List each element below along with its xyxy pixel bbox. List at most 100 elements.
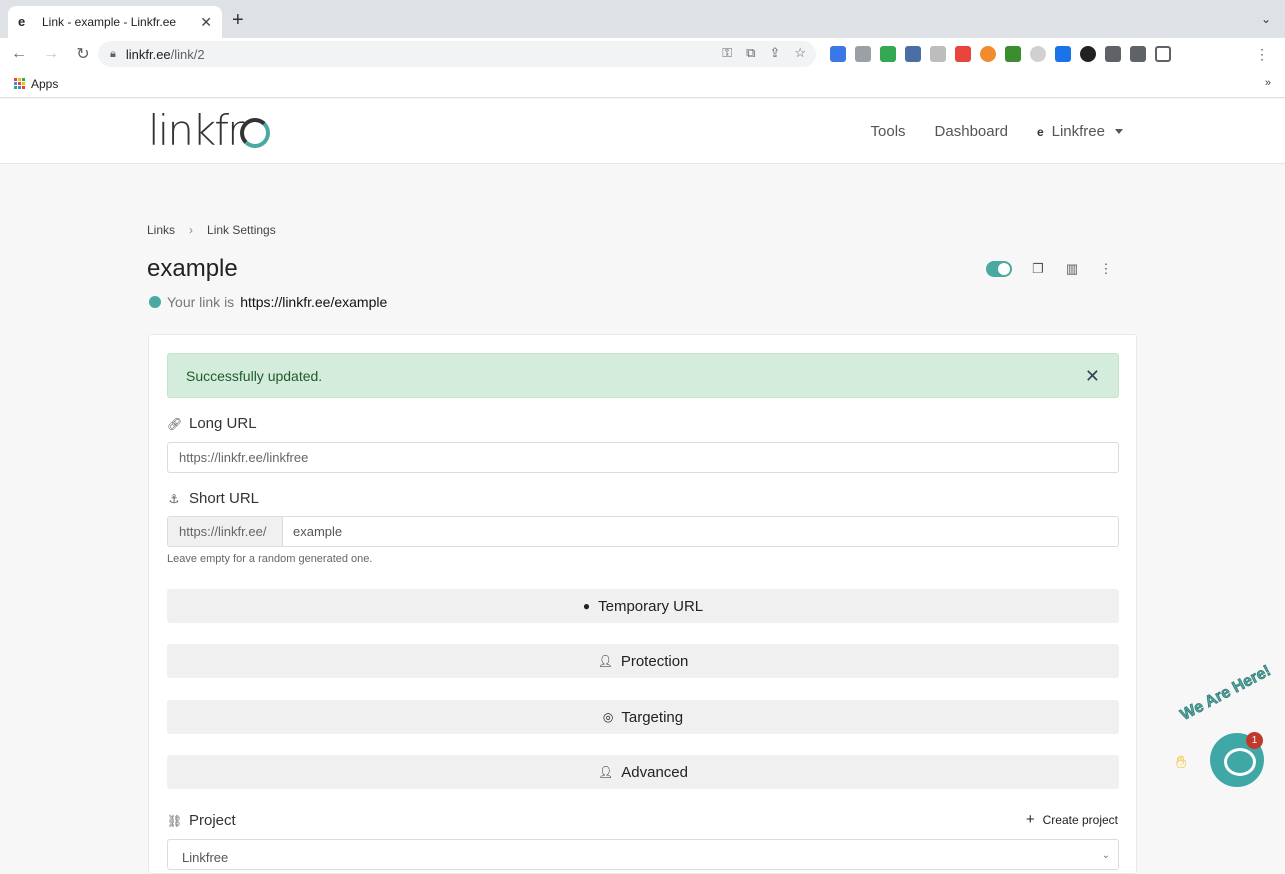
back-icon[interactable]: ← [6, 45, 32, 63]
nav-tools[interactable]: Tools [871, 123, 906, 140]
new-tab-button[interactable]: + [232, 10, 244, 30]
link-icon: 🔗︎ [167, 416, 183, 431]
protection-button[interactable]: 👤︎ Protection [167, 644, 1119, 678]
alert-message: Successfully updated. [186, 367, 323, 384]
lock-icon: 🔒︎ [110, 47, 116, 60]
temporary-url-button[interactable]: ● Temporary URL [167, 589, 1119, 623]
short-url-label: Short URL [189, 490, 260, 507]
target-icon: ◎ [602, 710, 614, 724]
protection-label: Protection [620, 652, 689, 670]
reload-icon[interactable]: ↻ [70, 44, 96, 64]
breadcrumb-links[interactable]: Links [147, 223, 175, 237]
link-prefix: Your link is [167, 294, 235, 310]
chevron-down-icon: ⌄ [1101, 850, 1110, 861]
bookmark-star-icon[interactable]: ☆ [794, 45, 806, 61]
plus-icon: + [1025, 811, 1035, 828]
site-header: linkfr Tools Dashboard e Linkfree [0, 99, 1285, 164]
targeting-label: Targeting [621, 708, 684, 726]
translate-icon[interactable]: ⧉ [746, 45, 755, 61]
extension-icon[interactable] [955, 46, 971, 62]
short-url-input[interactable]: example [283, 517, 342, 546]
extension-icon[interactable] [905, 46, 921, 62]
waving-hand-icon: ✋︎ [1176, 752, 1187, 772]
user-tie-icon: 👤︎ [598, 765, 614, 779]
short-url-label-row: ⚓︎ Short URL [167, 490, 259, 507]
advanced-label: Advanced [621, 763, 688, 781]
long-url-label-row: 🔗︎ Long URL [167, 415, 257, 432]
anchor-icon: ⚓︎ [168, 491, 180, 506]
chat-unread-badge: 1 [1246, 732, 1263, 749]
account-icon: e [1036, 124, 1044, 139]
media-icon[interactable] [1130, 46, 1146, 62]
tab-search-icon[interactable]: ⌄ [1261, 12, 1271, 26]
short-url-help: Leave empty for a random generated one. [167, 553, 373, 565]
link-actions: ❐ ▥ ⋮ [986, 261, 1114, 277]
extension-icon[interactable] [1005, 46, 1021, 62]
success-alert: Successfully updated. ✕ [167, 353, 1119, 398]
extension-icon[interactable] [1030, 46, 1046, 62]
browser-menu-icon[interactable]: ⋮ [1255, 46, 1269, 63]
account-dropdown[interactable]: e Linkfree [1037, 123, 1123, 140]
link-settings-card: Successfully updated. ✕ 🔗︎ Long URL http… [148, 334, 1137, 874]
linkfree-favicon-icon: e [18, 14, 26, 29]
share-icon[interactable]: ⇪ [769, 45, 780, 61]
link-url[interactable]: https://linkfr.ee/example [240, 294, 387, 310]
chat-label[interactable]: We Are Here! [1177, 662, 1274, 725]
project-select[interactable]: Linkfree ⌄ [167, 839, 1119, 870]
browser-tabstrip: e Link - example - Linkfr.ee ✕ + ⌄ [0, 0, 1285, 38]
long-url-label: Long URL [189, 415, 257, 432]
extension-icon[interactable] [1055, 46, 1071, 62]
account-name: Linkfree [1051, 123, 1105, 140]
targeting-button[interactable]: ◎ Targeting [167, 700, 1119, 734]
clock-icon: ● [582, 599, 591, 613]
url-host: linkfr.ee [125, 46, 171, 62]
bookmarks-bar: Apps » [0, 70, 1285, 98]
url-path: /link/2 [170, 46, 205, 62]
enable-toggle[interactable] [986, 261, 1012, 277]
breadcrumb: Links › Link Settings [147, 223, 276, 237]
more-options-icon[interactable]: ⋮ [1098, 261, 1114, 277]
browser-tab[interactable]: e Link - example - Linkfr.ee ✕ [8, 6, 222, 38]
alert-close-icon[interactable]: ✕ [1085, 366, 1100, 387]
extension-icon[interactable] [830, 46, 846, 62]
create-project-button[interactable]: + Create project [1026, 811, 1118, 828]
breadcrumb-separator: › [189, 223, 194, 237]
link-status: Your link is https://linkfr.ee/example [149, 294, 387, 310]
breadcrumb-current: Link Settings [207, 223, 276, 237]
bookmark-apps[interactable]: Apps [31, 77, 58, 91]
side-panel-icon[interactable] [1155, 46, 1171, 62]
user-lock-icon: 👤︎ [597, 654, 613, 668]
copy-icon[interactable]: ❐ [1030, 261, 1046, 277]
tab-title: Link - example - Linkfr.ee [42, 15, 177, 29]
page-title: example [147, 255, 238, 282]
extension-icon[interactable] [1080, 46, 1096, 62]
nav-dashboard[interactable]: Dashboard [935, 123, 1008, 140]
address-bar[interactable]: 🔒︎ linkfr.ee/link/2 ⚿ ⧉ ⇪ ☆ [98, 41, 816, 67]
statistics-icon[interactable]: ▥ [1064, 261, 1080, 277]
forward-icon[interactable]: → [38, 45, 64, 63]
extension-icon[interactable] [880, 46, 896, 62]
project-label-row: ⛓︎ Project [167, 812, 236, 829]
project-label: Project [189, 812, 236, 829]
browser-toolbar: ← → ↻ 🔒︎ linkfr.ee/link/2 ⚿ ⧉ ⇪ ☆ ⋮ [0, 38, 1285, 70]
logo-e-icon [240, 118, 271, 148]
extension-icon[interactable] [980, 46, 996, 62]
site-logo[interactable]: linkfr [148, 106, 271, 155]
key-icon[interactable]: ⚿ [722, 45, 732, 61]
caret-down-icon [1115, 129, 1123, 134]
tab-close-icon[interactable]: ✕ [200, 14, 212, 31]
logo-text: linkfr [148, 106, 244, 155]
project-diagram-icon: ⛓︎ [167, 813, 183, 828]
puzzle-icon[interactable] [1105, 46, 1121, 62]
long-url-input[interactable]: https://linkfr.ee/linkfree [167, 442, 1119, 473]
create-project-label: Create project [1042, 812, 1118, 827]
bookmarks-more-icon[interactable]: » [1265, 77, 1271, 89]
extension-icon[interactable] [855, 46, 871, 62]
advanced-button[interactable]: 👤︎ Advanced [167, 755, 1119, 789]
short-url-prefix: https://linkfr.ee/ [168, 517, 283, 546]
temporary-url-label: Temporary URL [598, 597, 704, 615]
apps-icon[interactable] [14, 78, 25, 89]
status-dot-icon [149, 296, 161, 308]
extension-icon[interactable] [930, 46, 946, 62]
short-url-input-group: https://linkfr.ee/ example [167, 516, 1119, 547]
